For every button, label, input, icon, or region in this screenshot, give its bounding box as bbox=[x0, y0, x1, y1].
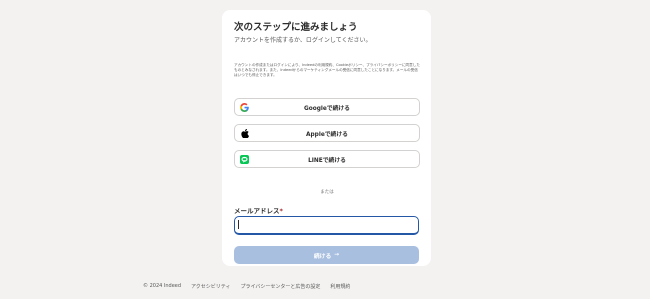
continue-button[interactable]: 続ける → bbox=[234, 246, 419, 264]
line-signin-label: LINEで続ける bbox=[308, 157, 346, 164]
google-signin-label: Googleで続ける bbox=[304, 105, 350, 112]
apple-icon bbox=[240, 129, 249, 138]
apple-signin-button[interactable]: Appleで続ける bbox=[234, 124, 420, 142]
text-caret bbox=[238, 220, 239, 229]
footer-terms-link[interactable]: 利用規約 bbox=[330, 283, 350, 290]
required-mark: * bbox=[279, 207, 283, 215]
apple-signin-label: Appleで続ける bbox=[306, 131, 348, 138]
legal-notice: アカウントの作成またはログインにより、Indeedの利用規約、Cookieポリシ… bbox=[234, 63, 420, 78]
line-signin-button[interactable]: LINEで続ける bbox=[234, 150, 420, 168]
email-label: メールアドレス* bbox=[234, 207, 283, 215]
page-title: 次のステップに進みましょう bbox=[234, 22, 358, 33]
auth-card: 次のステップに進みましょう アカウントを作成するか、ログインしてください。 アカ… bbox=[222, 10, 431, 266]
or-divider: または bbox=[320, 190, 334, 195]
page-subtitle: アカウントを作成するか、ログインしてください。 bbox=[234, 37, 372, 44]
google-signin-button[interactable]: Googleで続ける bbox=[234, 98, 420, 116]
line-icon bbox=[240, 155, 249, 164]
footer-copyright: © 2024 Indeed bbox=[143, 283, 182, 289]
footer: © 2024 Indeed アクセシビリティ プライバシーセンターと広告の設定 … bbox=[143, 283, 350, 290]
continue-label: 続ける bbox=[313, 253, 332, 260]
arrow-right-icon: → bbox=[334, 252, 340, 258]
email-field[interactable] bbox=[234, 216, 419, 235]
footer-privacy-link[interactable]: プライバシーセンターと広告の設定 bbox=[241, 283, 321, 290]
google-icon bbox=[240, 103, 249, 112]
footer-accessibility-link[interactable]: アクセシビリティ bbox=[191, 283, 230, 290]
